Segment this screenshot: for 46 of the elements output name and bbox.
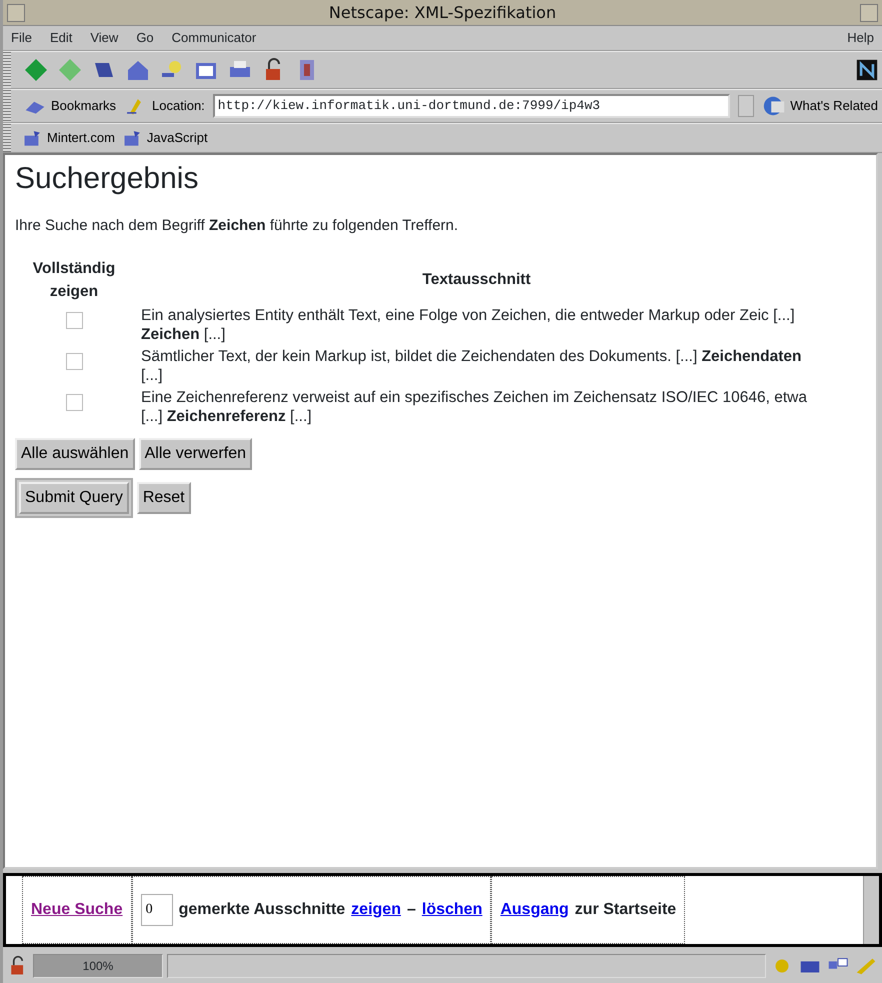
saved-label: gemerkte Ausschnitte xyxy=(178,900,346,920)
dropdown-button[interactable] xyxy=(738,95,754,117)
netscape-logo-icon[interactable] xyxy=(856,59,878,81)
show-link[interactable]: zeigen xyxy=(351,898,401,922)
folder-icon xyxy=(23,128,43,148)
intro-text: Ihre Suche nach dem Begriff Zeichen führte zu folgenden Treffern. xyxy=(15,216,460,236)
scrollbar[interactable] xyxy=(863,876,879,944)
column-header: Vollständig zeigen xyxy=(32,258,116,302)
bookmarks-button[interactable]: Bookmarks xyxy=(23,95,116,117)
checkbox[interactable] xyxy=(66,353,82,370)
delete-link[interactable]: löschen xyxy=(422,898,482,922)
url-field[interactable]: http://kiew.informatik.uni-dortmund.de:7999/ip4w3 xyxy=(212,94,730,118)
submit-button[interactable]: Submit Query xyxy=(19,482,129,514)
menu-item[interactable]: Communicator xyxy=(172,28,256,48)
progress-text: 100% xyxy=(33,954,163,978)
select-button[interactable]: Alle verwerfen xyxy=(138,438,252,470)
dash-text: – xyxy=(406,900,416,920)
menu-item[interactable]: View xyxy=(90,28,118,48)
whats-related-button[interactable]: What's Related xyxy=(762,94,878,118)
count-field[interactable]: 0 xyxy=(140,894,173,926)
checkbox[interactable] xyxy=(66,394,82,412)
toolbar-grip[interactable] xyxy=(3,90,11,122)
exit-suffix: zur Startseite xyxy=(574,900,676,920)
minimize-button[interactable] xyxy=(860,4,878,22)
bookmark-link[interactable]: JavaScript xyxy=(122,128,208,148)
checkbox[interactable] xyxy=(66,312,82,329)
toolbar-grip[interactable] xyxy=(3,52,11,88)
bookmark-link[interactable]: Mintert.com xyxy=(23,128,115,148)
select-button[interactable]: Alle auswählen xyxy=(15,438,135,470)
result-text: Eine Zeichenreferenz verweist auf ein spezifisches Zeichen im Zeichensatz ISO/IEC 10646, etwa [...] Zeichenreferenz [...] xyxy=(141,389,807,425)
location-label: Location: xyxy=(152,97,205,116)
toolbar-grip[interactable] xyxy=(3,124,11,152)
menu-item[interactable]: Help xyxy=(847,28,874,48)
result-text: Sämtlicher Text, der kein Markup ist, bildet die Zeichendaten des Dokuments. [...] Zeichendaten [...] xyxy=(141,348,802,384)
page-heading: Suchergebnis xyxy=(15,161,200,197)
menu-item[interactable]: Edit xyxy=(50,28,72,48)
window-title: Netscape: XML-Spezifikation xyxy=(328,2,558,24)
column-header: Textausschnitt xyxy=(421,270,532,290)
folder-icon xyxy=(122,128,143,148)
window-menu-button[interactable] xyxy=(7,4,25,22)
exit-link[interactable]: Ausgang xyxy=(500,898,569,922)
menu-item[interactable]: Go xyxy=(136,28,154,48)
menu-item[interactable]: File xyxy=(11,28,32,48)
result-text: Ein analysiertes Entity enthält Text, eine Folge von Zeichen, die entweder Markup oder Zeic [...] Zeichen [...] xyxy=(141,307,795,343)
back-icon[interactable] xyxy=(23,57,49,83)
reset-button[interactable]: Reset xyxy=(136,482,191,514)
